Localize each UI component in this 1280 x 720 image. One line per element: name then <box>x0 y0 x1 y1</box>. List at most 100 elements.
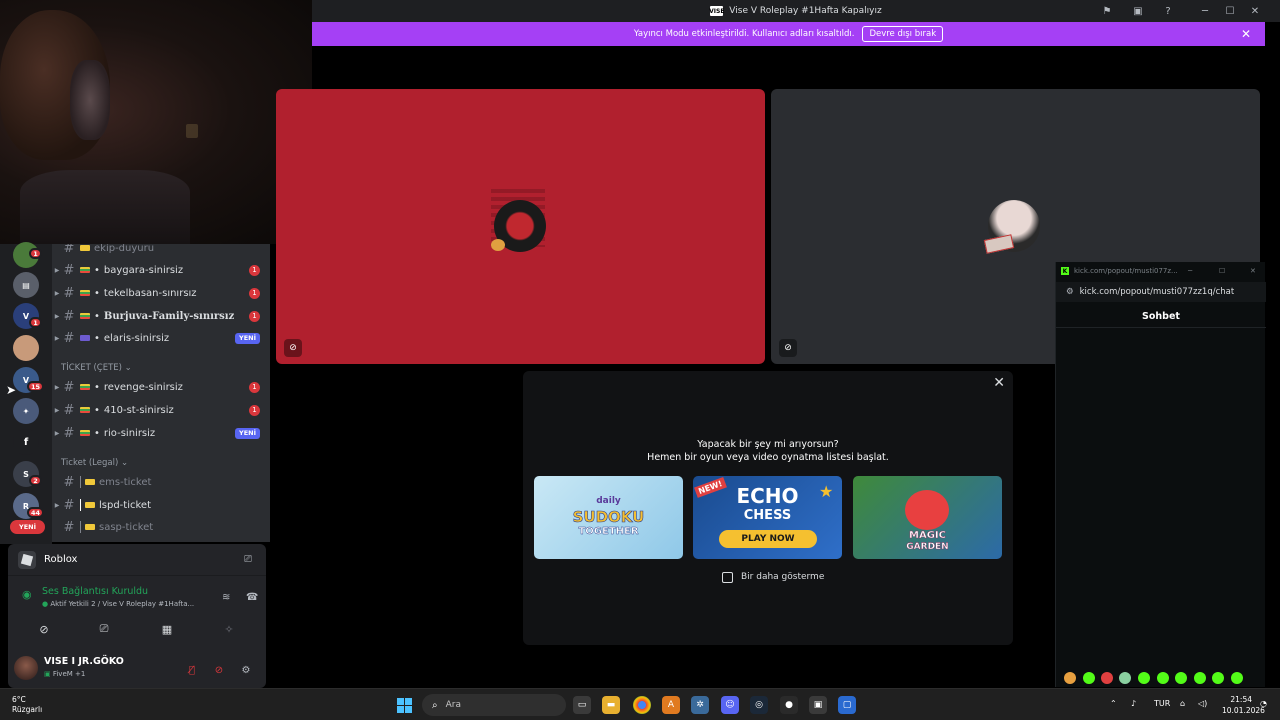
garden-character <box>905 490 949 530</box>
channel-item[interactable]: ▶ # lspd-ticket <box>52 495 270 515</box>
minimize-button[interactable]: ─ <box>1197 3 1213 19</box>
emote-icon[interactable] <box>1212 672 1224 684</box>
settings-gear-icon[interactable]: ⚙ <box>238 662 254 678</box>
emote-icon[interactable] <box>1101 672 1113 684</box>
maximize-button[interactable]: ☐ <box>1222 3 1238 19</box>
app-icon-blue[interactable]: ▢ <box>838 696 856 714</box>
play-now-button[interactable]: PLAY NOW <box>719 530 817 548</box>
close-popup-icon[interactable]: ✕ <box>993 375 1005 391</box>
emote-icon[interactable] <box>1064 672 1076 684</box>
expand-arrow-icon[interactable]: ▶ <box>52 335 62 342</box>
app-icon-gear[interactable]: ✲ <box>691 696 709 714</box>
server-icon[interactable]: R 44 <box>13 493 45 519</box>
server-icon-f[interactable]: f <box>13 429 39 455</box>
voice-channel[interactable]: ● Aktif Yetkili 2 / Vise V Roleplay #1Ha… <box>42 600 194 608</box>
kick-minimize-button[interactable]: ─ <box>1188 267 1192 275</box>
activities-button[interactable]: ▦ <box>141 618 193 640</box>
voice-tile-1[interactable]: ⊘ <box>276 89 765 364</box>
discord-icon[interactable]: ☺ <box>721 696 739 714</box>
server-icon[interactable]: 1 <box>13 242 42 268</box>
channel-item[interactable]: ▶ # • baygara-sinirsiz 1 <box>52 260 270 280</box>
expand-arrow-icon[interactable]: ▶ <box>52 313 62 320</box>
close-banner-icon[interactable]: ✕ <box>1241 27 1251 41</box>
activity-bar[interactable]: Roblox ⎚ <box>8 544 266 576</box>
avatar[interactable] <box>14 656 38 680</box>
close-window-button[interactable]: ✕ <box>1247 3 1263 19</box>
new-server-pill[interactable]: YENİ <box>10 520 45 534</box>
volume-icon[interactable]: ◁) <box>1198 699 1207 708</box>
server-icon-vise[interactable]: V1 <box>13 303 42 329</box>
channel-item[interactable]: # ekip-duyuru <box>52 244 270 258</box>
screen-share-icon[interactable]: ▣ <box>1130 3 1146 19</box>
camera-off-icon: ⊘ <box>284 339 302 357</box>
channel-item[interactable]: ▶ # • revenge-sinirsiz 1 <box>52 377 270 397</box>
emote-icon[interactable] <box>1194 672 1206 684</box>
emote-icon[interactable] <box>1175 672 1187 684</box>
channel-item[interactable]: ▶ # • Burjuva-Family-sınırsız 1 <box>52 306 270 326</box>
inbox-icon[interactable]: ⚑ <box>1099 3 1115 19</box>
emote-icon[interactable] <box>1231 672 1243 684</box>
channel-item[interactable]: ▶ # • tekelbasan-sınırsız 1 <box>52 283 270 303</box>
steam-icon[interactable]: ◎ <box>750 696 768 714</box>
expand-arrow-icon[interactable]: ▶ <box>52 430 62 437</box>
kick-close-button[interactable]: ✕ <box>1250 267 1256 275</box>
server-icon[interactable]: V 15 <box>13 367 45 393</box>
app-icon-terminal[interactable]: ▣ <box>809 696 827 714</box>
app-icon-a[interactable]: A <box>662 696 680 714</box>
help-icon[interactable]: ? <box>1160 3 1176 19</box>
emote-icon[interactable] <box>1157 672 1169 684</box>
channel-item[interactable]: # sasp-ticket <box>52 517 270 537</box>
category-ticket-legal[interactable]: Ticket (Legal) ⌄ <box>61 458 128 468</box>
soundboard-button[interactable]: ✧ <box>203 618 255 640</box>
game-card-sudoku[interactable]: daily SUDOKU TOGETHER <box>534 476 683 559</box>
channel-item[interactable]: ▶ # • 410-st-sinirsiz 1 <box>52 400 270 420</box>
emote-icon[interactable] <box>1083 672 1095 684</box>
mic-tray-icon[interactable]: ♪ <box>1131 699 1136 708</box>
server-icon[interactable]: ✦ <box>13 398 39 424</box>
emote-icon[interactable] <box>1119 672 1131 684</box>
site-settings-icon[interactable]: ⚙ <box>1066 287 1074 297</box>
server-icon[interactable]: S2 <box>13 461 42 487</box>
hash-icon: # <box>63 379 75 395</box>
taskbar-search[interactable]: ⌕ Ara <box>422 694 566 716</box>
emote-icon[interactable] <box>1138 672 1150 684</box>
voice-status[interactable]: Ses Bağlantısı Kuruldu <box>42 586 148 597</box>
expand-arrow-icon[interactable]: ▶ <box>52 407 62 414</box>
expand-arrow-icon[interactable]: ▶ <box>52 384 62 391</box>
channel-item[interactable]: # ems-ticket <box>52 472 270 492</box>
noise-suppression-icon[interactable]: ≋ <box>222 592 230 603</box>
disable-streamer-mode-button[interactable]: Devre dışı bırak <box>862 26 944 42</box>
dont-show-again-checkbox[interactable] <box>722 572 733 583</box>
channel-item[interactable]: ▶ # • rio-sinirsiz YENİ <box>52 423 270 443</box>
channel-item[interactable]: ▶ # • elaris-sinirsiz YENİ <box>52 328 270 348</box>
category-ticket-cete[interactable]: TİCKET (ÇETE) ⌄ <box>61 363 132 373</box>
stream-icon[interactable]: ⎚ <box>244 554 252 565</box>
camera-off-button[interactable]: ⊘ <box>18 618 70 640</box>
expand-arrow-icon[interactable]: ▶ <box>52 267 62 274</box>
expand-arrow-icon[interactable]: ▶ <box>52 290 62 297</box>
server-icon[interactable] <box>13 335 39 361</box>
chrome-icon[interactable] <box>633 696 651 714</box>
system-clock[interactable]: 21:54 10.01.2026 <box>1222 694 1265 716</box>
app-icon-dark[interactable]: ● <box>780 696 798 714</box>
mic-muted-icon[interactable]: 🎙̸ <box>184 662 200 678</box>
headphones-deafened-icon[interactable]: ⊘ <box>211 662 227 678</box>
server-icon[interactable]: ▤ <box>13 272 39 298</box>
windows-start-icon[interactable] <box>397 698 412 713</box>
game-card-magic-garden[interactable]: MAGIC GARDEN <box>853 476 1002 559</box>
notifications-icon[interactable]: ◔ <box>1260 699 1267 708</box>
expand-arrow-icon[interactable]: ▶ <box>52 502 62 509</box>
screen-share-button[interactable]: ⎚ <box>78 618 130 640</box>
network-icon[interactable]: ⌂ <box>1180 699 1185 708</box>
language-indicator[interactable]: TUR <box>1154 699 1170 708</box>
username[interactable]: VISE I JR.GÖKO <box>44 656 124 667</box>
disconnect-icon[interactable]: ☎ <box>246 592 258 603</box>
notice-text: Yayıncı Modu etkinleştirildi. Kullanıcı … <box>633 29 855 39</box>
task-view-icon[interactable]: ▭ <box>573 696 591 714</box>
tray-chevron-icon[interactable]: ⌃ <box>1110 699 1117 708</box>
game-card-echo-chess[interactable]: NEW! ★ ECHO CHESS PLAY NOW <box>693 476 842 559</box>
kick-maximize-button[interactable]: ☐ <box>1219 267 1225 275</box>
file-explorer-icon[interactable]: ▬ <box>602 696 620 714</box>
weather-widget[interactable]: 6°C Rüzgarlı <box>12 695 42 715</box>
kick-url-bar[interactable]: ⚙ kick.com/popout/musti077zz1q/chat <box>1056 282 1266 302</box>
